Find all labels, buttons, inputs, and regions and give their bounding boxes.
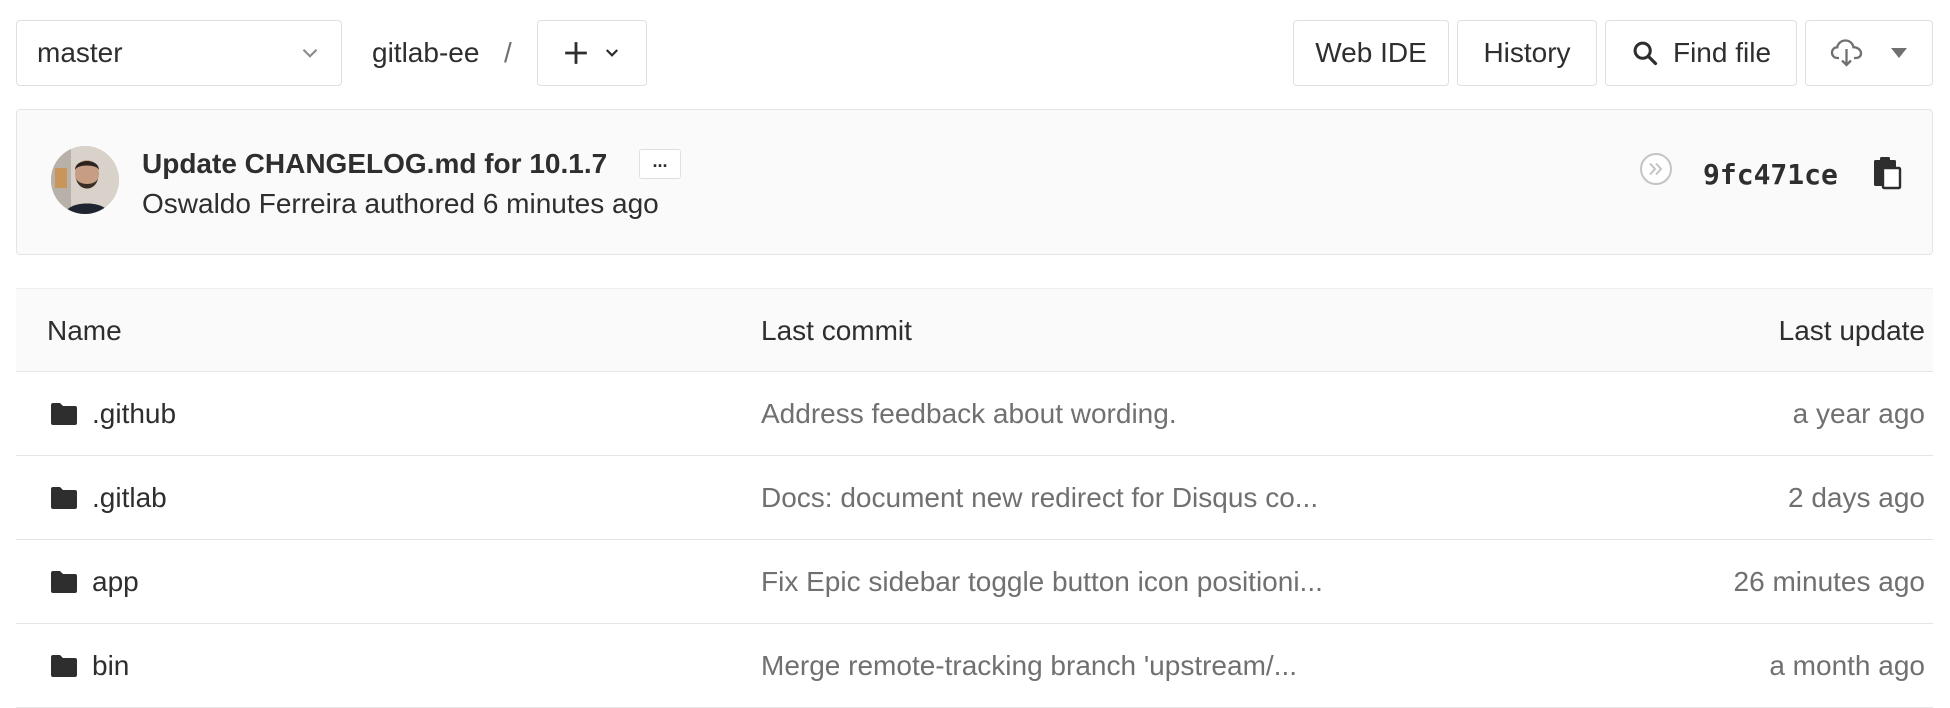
plus-icon bbox=[565, 42, 587, 64]
cloud-download-icon bbox=[1830, 39, 1863, 67]
table-header: Name Last commit Last update bbox=[16, 288, 1933, 372]
folder-icon bbox=[51, 571, 77, 593]
folder-name: app bbox=[92, 566, 139, 597]
branch-selector[interactable]: master bbox=[16, 20, 342, 86]
tree-item-commit-message[interactable]: Docs: document new redirect for Disqus c… bbox=[761, 456, 1318, 540]
chevron-down-icon bbox=[605, 49, 619, 57]
repository-toolbar: master gitlab-ee / Web IDE History Find … bbox=[16, 20, 1933, 88]
tree-item-last-update: a month ago bbox=[1769, 650, 1925, 681]
tree-item-name[interactable]: .github bbox=[50, 372, 176, 456]
tree-item-name[interactable]: app bbox=[50, 540, 139, 624]
history-button[interactable]: History bbox=[1457, 20, 1597, 86]
table-row[interactable]: app Fix Epic sidebar toggle button icon … bbox=[16, 540, 1933, 624]
folder-icon bbox=[51, 655, 77, 677]
author-avatar[interactable] bbox=[51, 146, 119, 214]
header-last-update: Last update bbox=[1778, 315, 1925, 346]
history-label: History bbox=[1483, 37, 1571, 68]
table-row[interactable]: bin Merge remote-tracking branch 'upstre… bbox=[16, 624, 1933, 708]
pipeline-skipped-icon[interactable] bbox=[1639, 152, 1673, 186]
tree-item-commit-message[interactable]: Address feedback about wording. bbox=[761, 372, 1177, 456]
find-file-label: Find file bbox=[1672, 37, 1772, 68]
table-row[interactable]: .github Address feedback about wording. … bbox=[16, 372, 1933, 456]
tree-item-last-update: a year ago bbox=[1792, 398, 1925, 429]
last-commit-panel: Update CHANGELOG.md for 10.1.7 ... Oswal… bbox=[16, 109, 1933, 255]
avatar-image bbox=[51, 146, 119, 214]
folder-name: .github bbox=[92, 398, 177, 429]
commit-sha[interactable]: 9fc471ce bbox=[1703, 158, 1838, 191]
tree-item-commit-message[interactable]: Fix Epic sidebar toggle button icon posi… bbox=[761, 540, 1323, 624]
file-tree-table: Name Last commit Last update .github Add… bbox=[16, 288, 1933, 708]
download-button[interactable] bbox=[1805, 20, 1933, 86]
tree-item-last-update: 26 minutes ago bbox=[1733, 566, 1925, 597]
branch-name: master bbox=[37, 37, 123, 68]
tree-item-name[interactable]: bin bbox=[50, 624, 129, 708]
caret-down-icon bbox=[1891, 48, 1907, 58]
web-ide-label: Web IDE bbox=[1315, 37, 1427, 68]
folder-icon bbox=[51, 403, 77, 425]
header-last-commit: Last commit bbox=[761, 315, 912, 346]
commit-title-link[interactable]: Update CHANGELOG.md for 10.1.7 bbox=[142, 148, 607, 180]
folder-name: bin bbox=[92, 650, 130, 681]
clipboard-icon[interactable] bbox=[1871, 156, 1903, 190]
folder-name: .gitlab bbox=[92, 482, 167, 513]
toggle-commit-description-button[interactable]: ... bbox=[639, 149, 681, 179]
find-file-button[interactable]: Find file bbox=[1605, 20, 1797, 86]
commit-author-meta: Oswaldo Ferreira authored 6 minutes ago bbox=[142, 188, 659, 219]
tree-item-last-update: 2 days ago bbox=[1788, 482, 1925, 513]
header-name: Name bbox=[47, 315, 122, 346]
tree-item-commit-message[interactable]: Merge remote-tracking branch 'upstream/.… bbox=[761, 624, 1297, 708]
tree-item-name[interactable]: .gitlab bbox=[50, 456, 167, 540]
breadcrumb-separator: / bbox=[504, 37, 512, 68]
project-breadcrumb[interactable]: gitlab-ee bbox=[372, 20, 479, 86]
web-ide-button[interactable]: Web IDE bbox=[1293, 20, 1449, 86]
search-icon bbox=[1633, 41, 1658, 66]
folder-icon bbox=[51, 487, 77, 509]
add-to-tree-button[interactable] bbox=[537, 20, 647, 86]
table-row[interactable]: .gitlab Docs: document new redirect for … bbox=[16, 456, 1933, 540]
chevron-down-icon bbox=[302, 48, 318, 58]
